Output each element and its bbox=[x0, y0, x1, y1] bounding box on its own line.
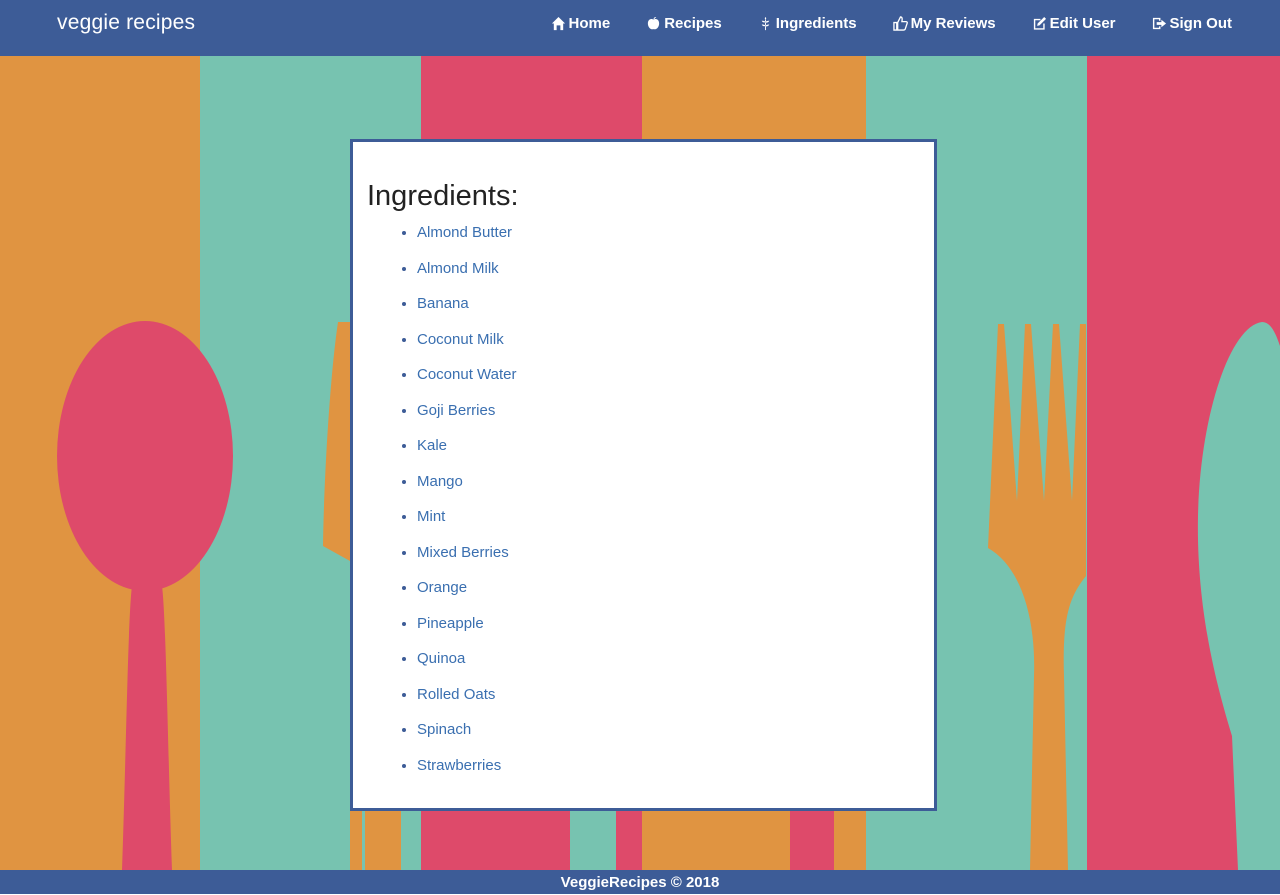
nav-my-reviews[interactable]: My Reviews bbox=[892, 14, 996, 32]
ingredient-link[interactable]: Goji Berries bbox=[417, 402, 495, 419]
apple-icon bbox=[648, 16, 660, 29]
ingredient-link[interactable]: Mint bbox=[417, 508, 445, 525]
list-item: Banana bbox=[417, 295, 517, 331]
edit-icon bbox=[1033, 16, 1046, 30]
list-item: Almond Butter bbox=[417, 224, 517, 260]
list-item: Goji Berries bbox=[417, 402, 517, 438]
ingredient-link[interactable]: Quinoa bbox=[417, 650, 465, 667]
list-item: Orange bbox=[417, 579, 517, 615]
brand-link[interactable]: veggie recipes bbox=[57, 11, 195, 35]
ingredient-link[interactable]: Orange bbox=[417, 579, 467, 596]
nav-edit-user[interactable]: Edit User bbox=[1032, 15, 1116, 32]
list-item: Spinach bbox=[417, 721, 517, 757]
ingredient-link[interactable]: Kale bbox=[417, 437, 447, 454]
nav-home-label: Home bbox=[568, 14, 611, 32]
list-item: Mint bbox=[417, 508, 517, 544]
ingredient-link[interactable]: Almond Milk bbox=[417, 260, 499, 277]
nav-sign-out[interactable]: Sign Out bbox=[1152, 14, 1233, 32]
top-navbar: veggie recipes Home Recipes Ingredients … bbox=[0, 0, 1280, 56]
nav-recipes[interactable]: Recipes bbox=[646, 15, 722, 32]
footer-copyright: VeggieRecipes © 2018 bbox=[560, 874, 720, 891]
knife-icon bbox=[1197, 322, 1280, 870]
ingredient-link[interactable]: Banana bbox=[417, 295, 469, 312]
ingredients-card: Ingredients: Almond Butter Almond Milk B… bbox=[350, 139, 937, 811]
list-item: Quinoa bbox=[417, 650, 517, 686]
list-item: Coconut Milk bbox=[417, 331, 517, 367]
handle-silhouette bbox=[570, 806, 616, 870]
footer: VeggieRecipes © 2018 bbox=[0, 870, 1280, 894]
handle-silhouette bbox=[365, 806, 401, 870]
handle-silhouette bbox=[616, 806, 642, 870]
ingredient-list: Almond Butter Almond Milk Banana Coconut… bbox=[397, 224, 517, 792]
list-item: Almond Milk bbox=[417, 260, 517, 296]
nav-ingredients-label: Ingredients bbox=[775, 14, 857, 32]
ingredient-link[interactable]: Strawberries bbox=[417, 757, 501, 774]
nav-ingredients[interactable]: Ingredients bbox=[758, 15, 857, 32]
nav-sign-out-label: Sign Out bbox=[1169, 14, 1233, 32]
thumbs-up-icon bbox=[892, 15, 908, 31]
list-item: Rolled Oats bbox=[417, 686, 517, 722]
spoon-icon bbox=[57, 321, 233, 870]
ingredient-link[interactable]: Spinach bbox=[417, 721, 471, 738]
ingredient-link[interactable]: Mixed Berries bbox=[417, 544, 509, 561]
list-item: Pineapple bbox=[417, 615, 517, 651]
list-item: Mixed Berries bbox=[417, 544, 517, 580]
nav-edit-user-label: Edit User bbox=[1049, 14, 1116, 32]
list-item: Mango bbox=[417, 473, 517, 509]
list-item: Kale bbox=[417, 437, 517, 473]
page-title: Ingredients: bbox=[367, 180, 519, 212]
sign-out-icon bbox=[1152, 17, 1166, 29]
ingredient-link[interactable]: Rolled Oats bbox=[417, 686, 495, 703]
grain-icon bbox=[761, 16, 769, 30]
nav-home[interactable]: Home bbox=[551, 14, 611, 32]
handle-silhouette bbox=[790, 806, 834, 870]
ingredient-link[interactable]: Almond Butter bbox=[417, 224, 512, 241]
nav-links: Home Recipes Ingredients My Reviews Edit… bbox=[515, 0, 1233, 46]
list-item: Coconut Water bbox=[417, 366, 517, 402]
list-item: Strawberries bbox=[417, 757, 517, 793]
fork-icon bbox=[988, 324, 1086, 870]
ingredient-link[interactable]: Pineapple bbox=[417, 615, 484, 632]
nav-my-reviews-label: My Reviews bbox=[910, 14, 996, 32]
ingredient-link[interactable]: Coconut Milk bbox=[417, 331, 504, 348]
home-icon bbox=[551, 16, 565, 30]
ingredient-link[interactable]: Coconut Water bbox=[417, 366, 517, 383]
nav-recipes-label: Recipes bbox=[664, 14, 722, 32]
ingredient-link[interactable]: Mango bbox=[417, 473, 463, 490]
